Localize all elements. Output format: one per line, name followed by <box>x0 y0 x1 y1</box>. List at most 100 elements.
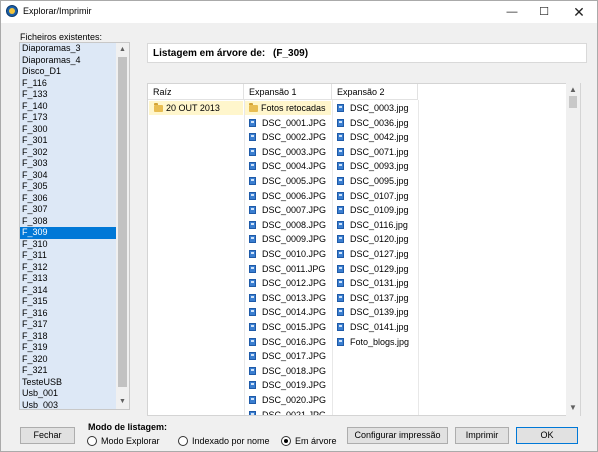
scroll-down-arrow-icon[interactable]: ▼ <box>567 402 579 414</box>
scroll-up-arrow-icon[interactable]: ▲ <box>116 44 129 56</box>
file-list[interactable]: Diaporamas_3 Diaporamas_4 Disco_D1 F_116 F_1… <box>19 42 130 410</box>
expansion1-cell[interactable]: DSC_0017.JPG <box>245 349 331 363</box>
minimize-button[interactable]: — <box>497 1 527 23</box>
expansion2-cell[interactable]: Foto_blogs.jpg <box>333 335 417 349</box>
expansion1-cell[interactable]: DSC_0013.JPG <box>245 291 331 305</box>
expansion2-cell[interactable]: DSC_0107.jpg <box>333 189 417 203</box>
file-list-item[interactable]: F_312 <box>20 262 117 274</box>
expansion1-cell[interactable]: DSC_0002.JPG <box>245 130 331 144</box>
file-list-item[interactable]: F_314 <box>20 285 117 297</box>
expansion2-cell[interactable]: DSC_0127.jpg <box>333 247 417 261</box>
expansion2-cell[interactable]: DSC_0129.jpg <box>333 262 417 276</box>
expansion2-cell[interactable]: DSC_0042.jpg <box>333 130 417 144</box>
file-list-item[interactable]: Disco_D1 <box>20 66 117 78</box>
file-list-item[interactable]: Usb_001 <box>20 388 117 400</box>
file-list-item[interactable]: F_321 <box>20 365 117 377</box>
expansion2-cell[interactable]: DSC_0139.jpg <box>333 305 417 319</box>
file-list-item[interactable]: Diaporamas_3 <box>20 43 117 55</box>
expansion1-cell[interactable]: DSC_0006.JPG <box>245 189 331 203</box>
expansion1-cell[interactable]: DSC_0001.JPG <box>245 116 331 130</box>
file-list-item[interactable]: F_309 <box>20 227 117 239</box>
expansion1-cell-label: DSC_0004.JPG <box>262 161 327 172</box>
expansion1-cell[interactable]: DSC_0015.JPG <box>245 320 331 334</box>
close-button[interactable]: Fechar <box>20 427 75 444</box>
file-list-item[interactable]: F_304 <box>20 170 117 182</box>
file-list-item[interactable]: F_319 <box>20 342 117 354</box>
radio-em-arvore[interactable]: Em árvore <box>281 435 337 447</box>
expansion2-cell[interactable]: DSC_0095.jpg <box>333 174 417 188</box>
expansion2-cell[interactable]: DSC_0141.jpg <box>333 320 417 334</box>
expansion2-cell[interactable]: DSC_0071.jpg <box>333 145 417 159</box>
tree-grid[interactable]: Raíz Expansão 1 Expansão 2 20 OUT 2013 F… <box>147 83 581 416</box>
file-list-item[interactable]: F_313 <box>20 273 117 285</box>
expansion2-cell[interactable]: DSC_0093.jpg <box>333 159 417 173</box>
file-list-item[interactable]: F_306 <box>20 193 117 205</box>
expansion2-cell[interactable]: DSC_0131.jpg <box>333 276 417 290</box>
scrollbar-thumb[interactable] <box>118 57 127 387</box>
file-list-item[interactable]: F_302 <box>20 147 117 159</box>
expansion1-cell[interactable]: DSC_0005.JPG <box>245 174 331 188</box>
file-list-item[interactable]: F_133 <box>20 89 117 101</box>
expansion2-cell[interactable]: DSC_0036.jpg <box>333 116 417 130</box>
expansion2-cell[interactable]: DSC_0116.jpg <box>333 218 417 232</box>
column-header-root[interactable]: Raíz <box>148 84 244 100</box>
column-header-expansion1[interactable]: Expansão 1 <box>244 84 332 100</box>
file-list-item[interactable]: F_303 <box>20 158 117 170</box>
expansion1-cell[interactable]: DSC_0009.JPG <box>245 232 331 246</box>
file-list-item[interactable]: F_318 <box>20 331 117 343</box>
print-button[interactable]: Imprimir <box>455 427 509 444</box>
expansion2-cell[interactable]: DSC_0003.jpg <box>333 101 417 115</box>
expansion1-cell[interactable]: DSC_0003.JPG <box>245 145 331 159</box>
file-list-item[interactable]: F_315 <box>20 296 117 308</box>
scroll-down-arrow-icon[interactable]: ▼ <box>116 396 129 408</box>
file-list-item[interactable]: F_173 <box>20 112 117 124</box>
expansion1-cell[interactable]: DSC_0020.JPG <box>245 393 331 407</box>
file-list-item[interactable]: F_308 <box>20 216 117 228</box>
file-list-item[interactable]: F_316 <box>20 308 117 320</box>
radio-indexado-por-nome[interactable]: Indexado por nome <box>178 435 270 447</box>
expansion1-cell[interactable]: DSC_0019.JPG <box>245 378 331 392</box>
file-list-item[interactable]: F_310 <box>20 239 117 251</box>
close-window-button[interactable]: ✕ <box>564 1 594 23</box>
expansion1-cell[interactable]: DSC_0011.JPG <box>245 262 331 276</box>
expansion1-cell[interactable]: DSC_0008.JPG <box>245 218 331 232</box>
file-list-item[interactable]: F_140 <box>20 101 117 113</box>
column-header-expansion2[interactable]: Expansão 2 <box>332 84 418 100</box>
file-list-item[interactable]: F_311 <box>20 250 117 262</box>
ok-button[interactable]: OK <box>516 427 578 444</box>
expansion1-cell[interactable]: DSC_0004.JPG <box>245 159 331 173</box>
file-list-item[interactable]: F_300 <box>20 124 117 136</box>
image-file-icon <box>249 264 256 273</box>
file-list-item[interactable]: F_301 <box>20 135 117 147</box>
file-list-item[interactable]: F_307 <box>20 204 117 216</box>
radio-modo-explorar[interactable]: Modo Explorar <box>87 435 160 447</box>
expansion1-cell[interactable]: Fotos retocadas <box>245 101 331 115</box>
file-list-item[interactable]: Diaporamas_4 <box>20 55 117 67</box>
expansion1-cell[interactable]: DSC_0016.JPG <box>245 335 331 349</box>
expansion2-cell[interactable]: DSC_0120.jpg <box>333 232 417 246</box>
maximize-button[interactable]: ☐ <box>529 1 559 23</box>
file-list-scrollbar[interactable]: ▲ ▼ <box>116 43 129 409</box>
tree-header-label: Listagem em árvore de: <box>153 48 266 59</box>
scroll-up-arrow-icon[interactable]: ▲ <box>567 84 579 96</box>
file-list-item[interactable]: F_116 <box>20 78 117 90</box>
scrollbar-thumb[interactable] <box>569 96 577 108</box>
expansion1-cell[interactable]: DSC_0021.JPG <box>245 408 331 415</box>
expansion1-cell[interactable]: DSC_0012.JPG <box>245 276 331 290</box>
grid-scrollbar[interactable]: ▲ ▼ <box>566 83 580 416</box>
expansion1-cell-label: DSC_0005.JPG <box>262 176 327 186</box>
file-list-item[interactable]: F_305 <box>20 181 117 193</box>
expansion2-cell[interactable]: DSC_0137.jpg <box>333 291 417 305</box>
root-cell[interactable]: 20 OUT 2013 <box>149 101 243 115</box>
expansion1-cell[interactable]: DSC_0010.JPG <box>245 247 331 261</box>
expansion1-cell-label: DSC_0007.JPG <box>262 205 327 216</box>
file-list-item[interactable]: F_317 <box>20 319 117 331</box>
expansion2-cell[interactable]: DSC_0109.jpg <box>333 203 417 217</box>
file-list-item[interactable]: F_320 <box>20 354 117 366</box>
expansion1-cell[interactable]: DSC_0007.JPG <box>245 203 331 217</box>
file-list-item[interactable]: TesteUSB <box>20 377 117 389</box>
expansion1-cell[interactable]: DSC_0018.JPG <box>245 364 331 378</box>
expansion1-cell[interactable]: DSC_0014.JPG <box>245 305 331 319</box>
configure-print-button[interactable]: Configurar impressão <box>347 427 448 444</box>
file-list-item[interactable]: Usb_003 <box>20 400 117 410</box>
